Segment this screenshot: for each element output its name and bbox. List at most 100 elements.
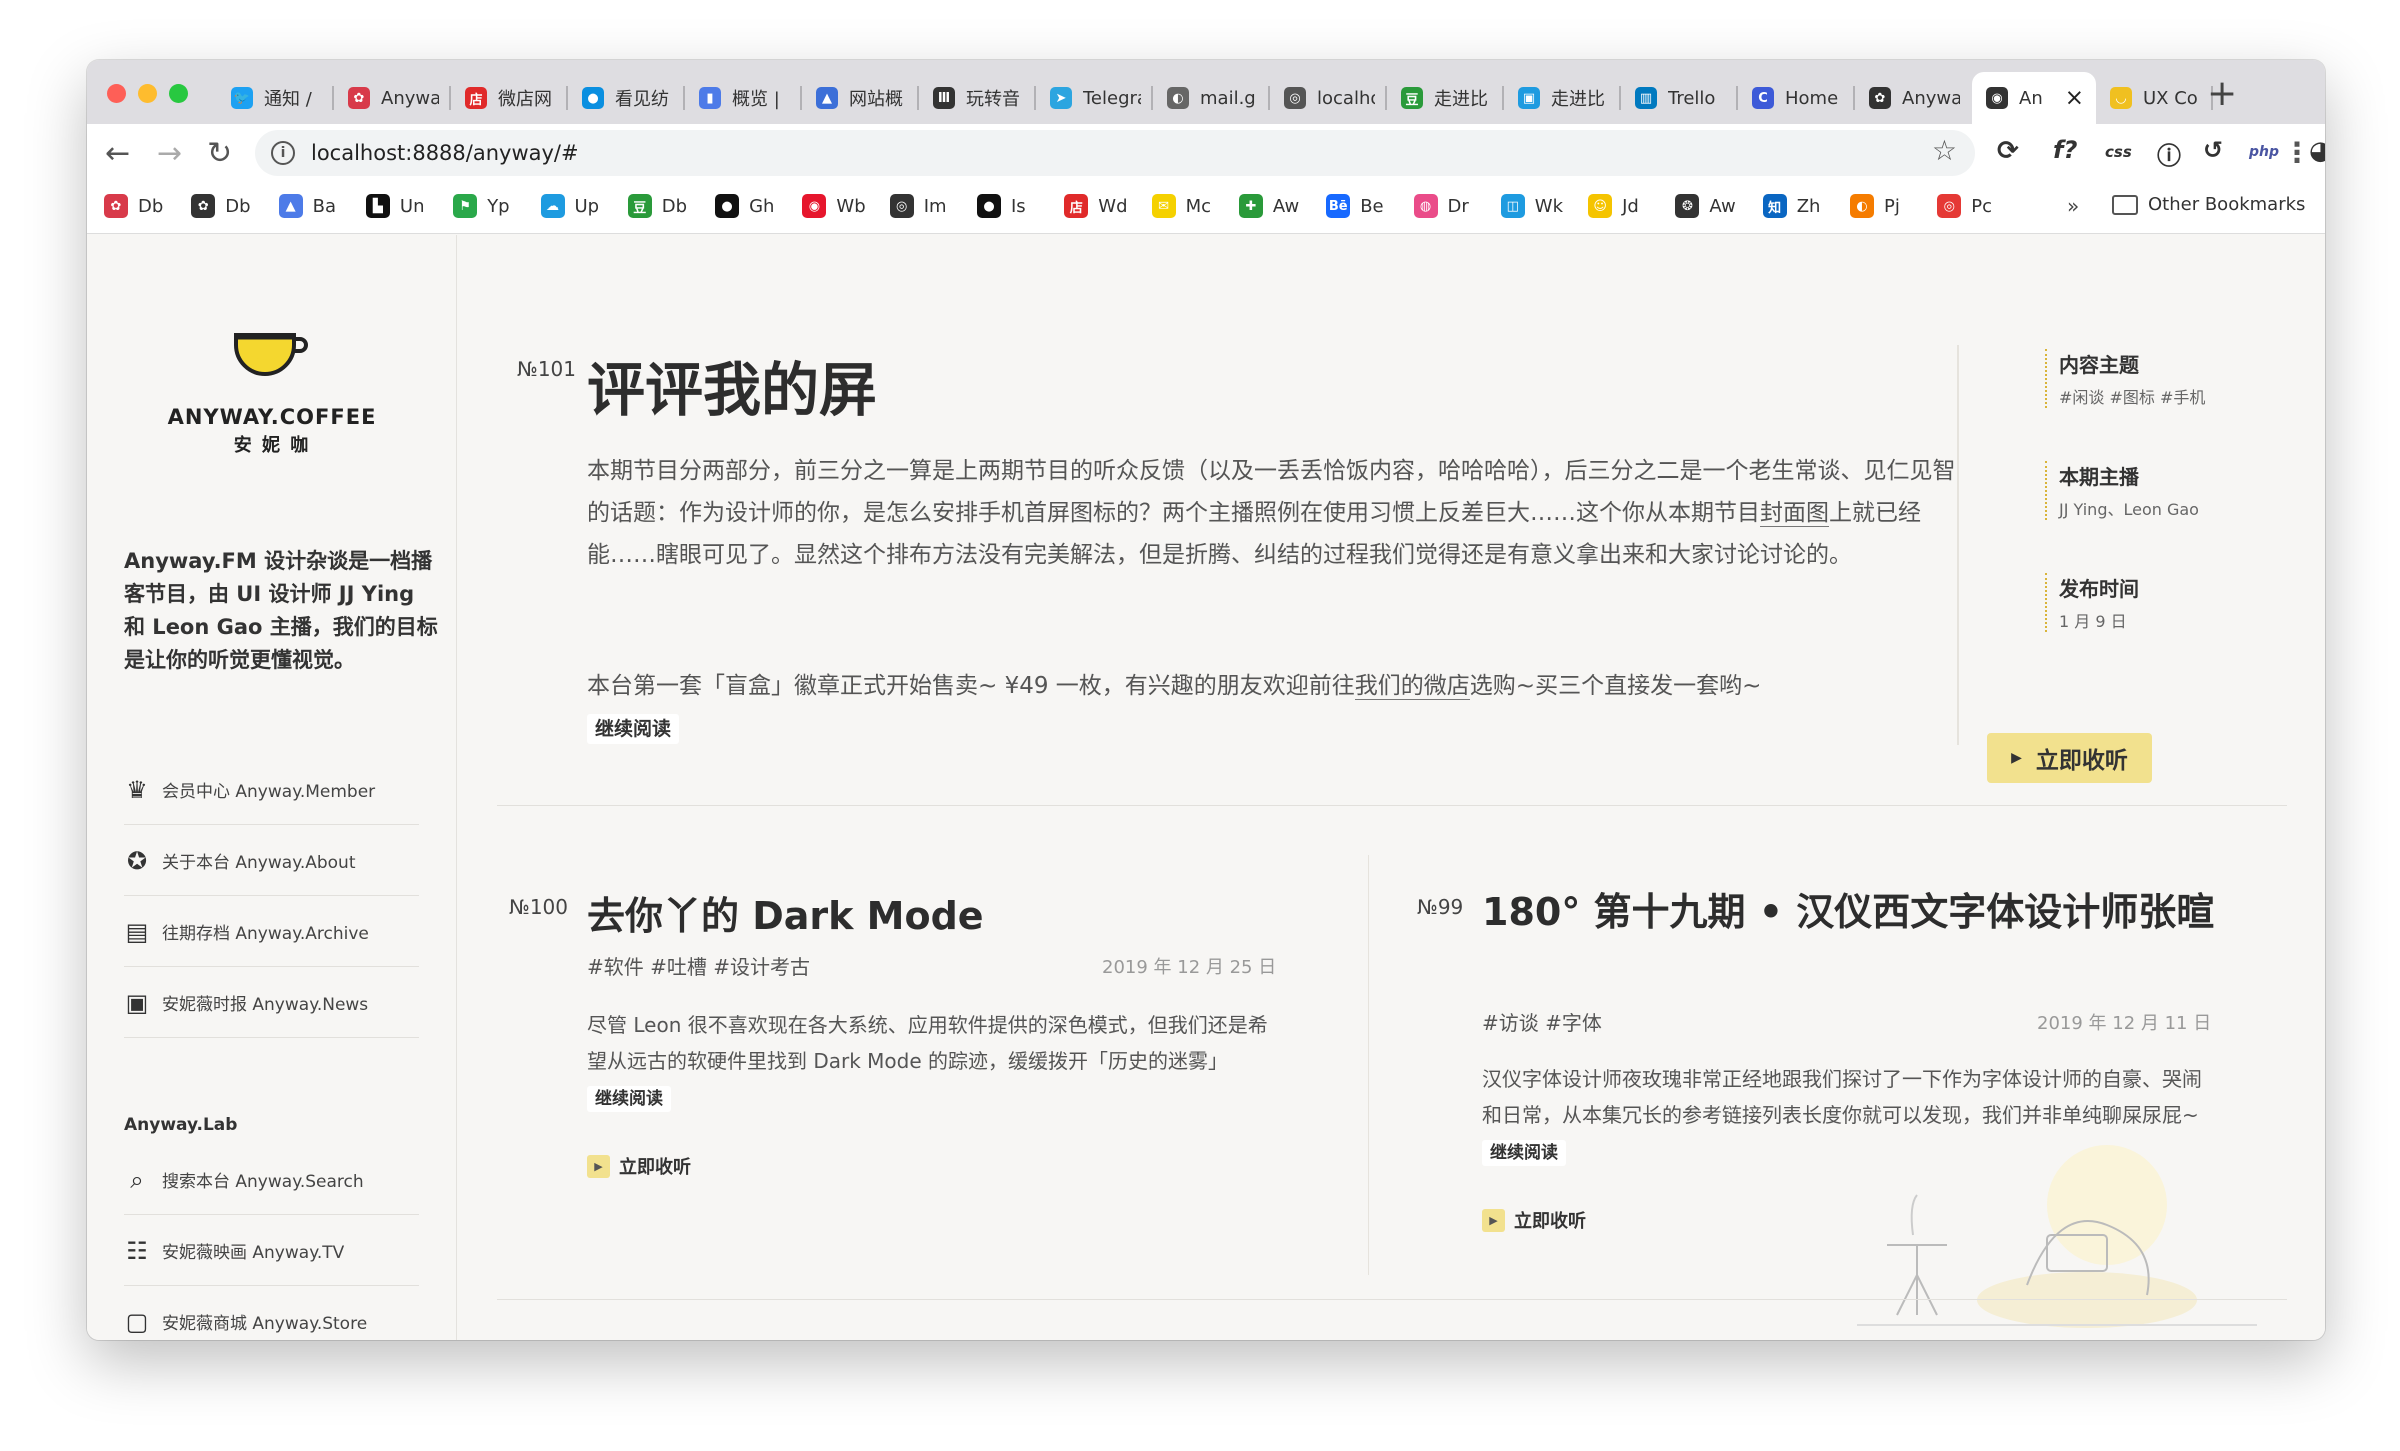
bookmark-item[interactable]: ✉ Mc [1151,194,1211,218]
anyway-dark-icon: ✿ [191,194,216,218]
sidebar-menu-item[interactable]: ▢ 安妮薇商城 Anyway.Store [124,1287,419,1340]
bookmark-item[interactable]: ◉ Wb [802,194,866,218]
tab-list: 🐦 通知 / ✿ Anyway 店微店网 ● 看见纺 ▮ 概览 | ▲ 网站概 Ⅲ 玩转音 ➤ Telegr… [217,72,2213,124]
browser-tab[interactable]: ◎ localhost [1270,72,1387,124]
sidebar-menu-item[interactable]: ☷ 安妮薇映画 Anyway.TV [124,1216,419,1286]
browser-menu-icon[interactable]: ⋮ [2283,136,2311,169]
bookmark-item[interactable]: Bē Be [1326,194,1384,218]
episode-title[interactable]: 去你丫的 Dark Mode [587,885,984,940]
browser-tab[interactable]: C Home [1738,72,1855,124]
browser-tab[interactable]: 🐦 通知 / [217,72,334,124]
bookmark-item[interactable]: ⚑ Yp [453,194,510,218]
weidian-store-link[interactable]: 我们的微店 [1354,673,1470,700]
bookmark-label: Wk [1534,195,1564,217]
browser-tab[interactable]: ▲ 网站概 [802,72,919,124]
bookmark-item[interactable]: ❂ Aw [1675,194,1736,218]
bookmark-item[interactable]: ▲ Ba [278,194,336,218]
bookmark-item[interactable]: ● Gh [715,194,774,218]
episode-tags[interactable]: #访谈 #字体 [1482,1007,1602,1036]
tab-label: 玩转音 [966,89,1020,110]
browser-tab[interactable]: ➤ Telegram [1036,72,1153,124]
bookmark-item[interactable]: ◎ Pc [1937,194,1992,218]
browser-tab[interactable]: 店微店网 [451,72,568,124]
bookmark-label: Im [923,195,947,217]
history-extension-icon[interactable]: ↺ [2203,136,2223,164]
sync-extension-icon[interactable]: ⟳ [1997,136,2019,166]
bookmark-item[interactable]: ▙ Un [365,194,424,218]
bookmark-label: Wb [836,195,866,217]
bookmark-item[interactable]: ◐ Pj [1850,194,1900,218]
other-bookmarks-folder[interactable]: Other Bookmarks [2112,194,2305,215]
sidebar-menu-item[interactable]: ▤ 往期存档 Anyway.Archive [124,897,419,967]
sidebar-menu-item[interactable]: ⌕ 搜索本台 Anyway.Search [124,1145,419,1215]
browser-tab[interactable]: ◐ mail.g [1153,72,1270,124]
bookmark-item[interactable]: ☺ Jd [1588,194,1639,218]
tab-label: mail.g [1200,87,1256,109]
coffee-cup-logo-icon[interactable] [232,327,312,381]
bookmark-item[interactable]: 知 Zh [1762,194,1820,218]
reload-button[interactable]: ↻ [207,134,232,174]
browser-tab[interactable]: ◡ UX Co [2096,72,2213,124]
address-bar[interactable]: i localhost:8888/anyway/# ☆ [255,130,1975,176]
sidebar-menu-item[interactable]: ♛ 会员中心 Anyway.Member [124,755,419,825]
crown-icon: ♛ [126,775,148,804]
cover-image-link[interactable]: 封面图 [1760,500,1829,527]
featured-episode-title[interactable]: 评评我的屏 [587,343,877,427]
browser-tab[interactable]: ◉ An × [1972,72,2096,124]
browser-tab[interactable]: ▮ 概览 | [685,72,802,124]
episode-read-more-link[interactable]: 继续阅读 [587,1086,671,1112]
browser-tab[interactable]: Ⅲ 玩转音 [919,72,1036,124]
brand-name[interactable]: ANYWAY.COFFEE [87,405,457,429]
episode-listen-button[interactable]: ▶ 立即收听 [1482,1207,1586,1233]
bookmark-item[interactable]: ✿ Db [191,194,251,218]
upyun-icon: ☁ [540,194,565,218]
font-extension-icon[interactable]: f? [2053,136,2077,164]
bookmark-item[interactable]: ◎ Im [889,194,947,218]
bookmark-item[interactable]: ● Is [977,194,1026,218]
sidebar-menu-item[interactable]: ▣ 安妮薇时报 Anyway.News [124,968,419,1038]
minimize-window-button[interactable] [138,84,157,103]
info-extension-icon[interactable]: ⓘ [2157,136,2181,171]
bookmark-item[interactable]: ✚ Aw [1238,194,1299,218]
bookmark-item[interactable]: ☁ Up [540,194,599,218]
episode-tags[interactable]: #软件 #吐槽 #设计考古 [587,951,810,980]
featured-read-more-link[interactable]: 继续阅读 [587,714,680,744]
more-bookmarks-chevron-icon[interactable]: » [2067,194,2079,218]
css-extension-icon[interactable]: css [2105,143,2132,161]
new-tab-button[interactable]: + [2207,74,2237,114]
anyway-red-icon: ✿ [104,194,128,218]
browser-tab[interactable]: 豆走进比 [1387,72,1504,124]
episode-title[interactable]: 180° 第十九期 • 汉仪西文字体设计师张暄 [1482,885,2242,939]
featured-listen-button[interactable]: ▶ 立即收听 [1987,733,2152,783]
bookmark-item[interactable]: 豆 Db [627,194,687,218]
bookmark-item[interactable]: 店 Wd [1064,194,1128,218]
sidebar-menu-label: 会员中心 Anyway.Member [162,782,376,802]
url-text[interactable]: localhost:8888/anyway/# [311,141,579,165]
forward-button[interactable]: → [157,134,182,174]
site-description: Anyway.FM 设计杂谈是一档播客节目，由 UI 设计师 JJ Ying 和… [124,549,438,672]
browser-tab[interactable]: ▥ Trello [1621,72,1738,124]
episode-listen-button[interactable]: ▶ 立即收听 [587,1153,691,1179]
close-tab-icon[interactable]: × [2065,85,2084,111]
profile-avatar-icon[interactable]: ◕ [2309,136,2325,166]
browser-tab[interactable]: ✿ Anyway [1855,72,1972,124]
news-icon: ▣ [125,988,149,1017]
bookmark-item[interactable]: ◫ Wk [1500,194,1564,218]
php-extension-icon[interactable]: php [2249,144,2279,160]
bookmark-item[interactable]: ✿ Db [104,194,163,218]
browser-tab[interactable]: ● 看见纺 [568,72,685,124]
anyway-dark-gear-icon: ✿ [1869,87,1891,109]
sidebar-menu-item[interactable]: ✪ 关于本台 Anyway.About [124,826,419,896]
site-info-icon[interactable]: i [271,141,295,165]
episode-read-more-link[interactable]: 继续阅读 [1482,1140,1566,1166]
back-button[interactable]: ← [105,134,130,174]
close-window-button[interactable] [107,84,126,103]
browser-tab[interactable]: ▣ 走进比 [1504,72,1621,124]
bookmark-label: Aw [1709,195,1736,217]
lab-heading: Anyway.Lab [124,1115,238,1135]
browser-tab[interactable]: ✿ Anyway [334,72,451,124]
bookmark-item[interactable]: ◍ Dr [1413,194,1469,218]
bookmark-star-icon[interactable]: ☆ [1932,134,1957,167]
archive-icon: ▤ [125,917,149,946]
zoom-window-button[interactable] [169,84,188,103]
